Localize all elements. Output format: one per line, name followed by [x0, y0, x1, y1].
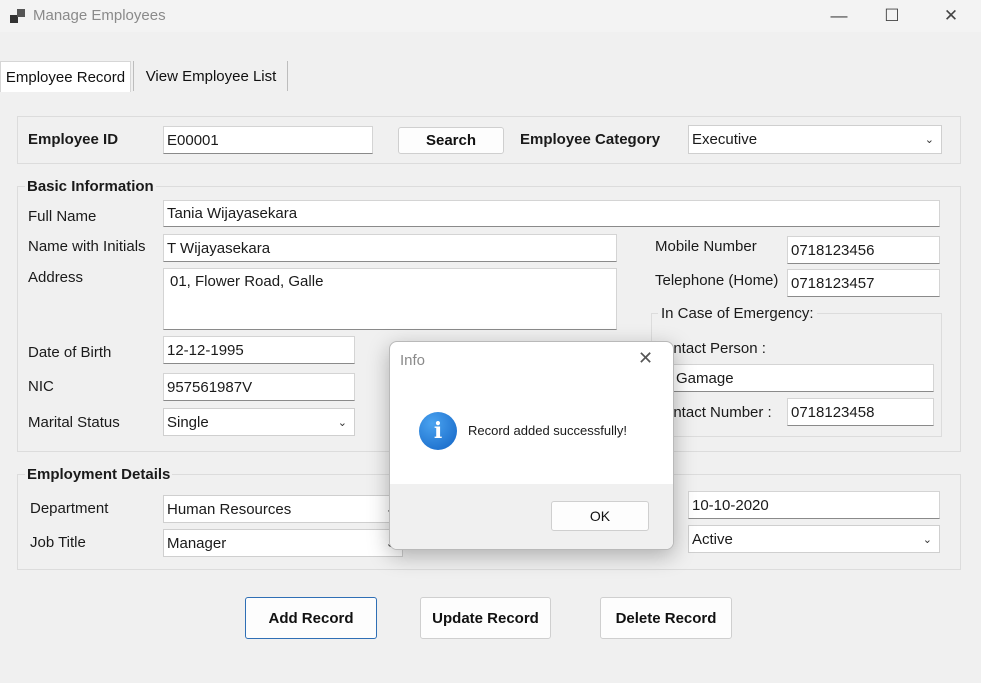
contact-number-input[interactable]: 0718123458: [787, 398, 934, 426]
emergency-title: In Case of Emergency:: [658, 305, 817, 322]
telephone-home-input[interactable]: 0718123457: [787, 269, 940, 297]
tab-separator: [287, 61, 288, 91]
close-icon: ✕: [943, 6, 959, 25]
tab-view-employee-list[interactable]: View Employee List: [137, 62, 285, 90]
employee-category-value: Executive: [692, 131, 758, 148]
employment-details-title: Employment Details: [25, 466, 173, 483]
close-button[interactable]: ✕: [928, 0, 974, 32]
tab-label: Employee Record: [5, 68, 126, 86]
address-textarea[interactable]: 01, Flower Road, Galle: [163, 268, 617, 330]
name-with-initials-label: Name with Initials: [28, 238, 146, 255]
date-of-birth-input[interactable]: 12-12-1995: [163, 336, 355, 364]
chevron-down-icon: ⌄: [337, 416, 347, 429]
info-dialog: Info ✕ i Record added successfully! OK: [389, 341, 674, 550]
dialog-title: Info: [400, 352, 426, 369]
marital-status-label: Marital Status: [28, 414, 120, 431]
telephone-home-label: Telephone (Home): [655, 272, 779, 289]
employee-id-input[interactable]: E00001: [163, 126, 373, 154]
date-of-birth-label: Date of Birth: [28, 344, 112, 361]
update-record-button[interactable]: Update Record: [420, 597, 551, 639]
ok-button[interactable]: OK: [551, 501, 649, 531]
search-button[interactable]: Search: [398, 127, 504, 154]
nic-label: NIC: [28, 378, 54, 395]
window-title: Manage Employees: [33, 7, 166, 24]
marital-status-value: Single: [167, 413, 209, 431]
employment-status-select[interactable]: Active ⌄: [688, 525, 940, 553]
nic-input[interactable]: 957561987V: [163, 373, 355, 401]
dialog-close-icon[interactable]: ✕: [638, 348, 653, 369]
add-record-button[interactable]: Add Record: [245, 597, 377, 639]
minimize-icon: —: [830, 6, 848, 25]
mobile-number-input[interactable]: 0718123456: [787, 236, 940, 264]
app-icon: [10, 9, 25, 23]
contact-person-input[interactable]: Gamage: [665, 364, 934, 392]
job-title-value: Manager: [167, 534, 227, 552]
marital-status-select[interactable]: Single ⌄: [163, 408, 355, 436]
department-select[interactable]: Human Resources⌄: [163, 495, 403, 523]
department-value: Human Resources: [167, 500, 292, 518]
minimize-button[interactable]: —: [816, 0, 862, 32]
full-name-label: Full Name: [28, 208, 97, 225]
maximize-button[interactable]: ☐: [869, 0, 915, 32]
title-bar: Manage Employees — ☐ ✕: [0, 0, 981, 32]
employee-category-label: Employee Category: [520, 131, 661, 148]
full-name-input[interactable]: Tania Wijayasekara: [163, 200, 940, 227]
basic-information-title: Basic Information: [25, 178, 156, 195]
info-icon-glyph: i: [433, 418, 443, 444]
tab-separator: [133, 61, 134, 91]
employee-id-label: Employee ID: [28, 131, 119, 148]
dialog-message: Record added successfully!: [468, 423, 627, 438]
department-label: Department: [30, 500, 109, 517]
contact-person-label: ontact Person :: [665, 340, 766, 357]
tab-label: View Employee List: [145, 67, 277, 85]
tab-employee-record[interactable]: Employee Record: [0, 61, 131, 92]
job-title-label: Job Title: [30, 534, 86, 551]
contact-number-label: ontact Number :: [665, 404, 772, 421]
address-label: Address: [28, 269, 84, 286]
maximize-icon: ☐: [884, 6, 900, 25]
mobile-number-label: Mobile Number: [655, 238, 757, 255]
info-icon: i: [419, 412, 457, 450]
job-title-select[interactable]: Manager⌄: [163, 529, 403, 557]
employment-status-value: Active: [692, 530, 733, 548]
chevron-down-icon: ⌄: [922, 533, 932, 546]
delete-record-button[interactable]: Delete Record: [600, 597, 732, 639]
chevron-down-icon: ⌄: [924, 134, 934, 146]
name-with-initials-input[interactable]: T Wijayasekara: [163, 234, 617, 262]
employee-category-select[interactable]: Executive ⌄: [688, 125, 942, 154]
employment-date-input[interactable]: 10-10-2020: [688, 491, 940, 519]
